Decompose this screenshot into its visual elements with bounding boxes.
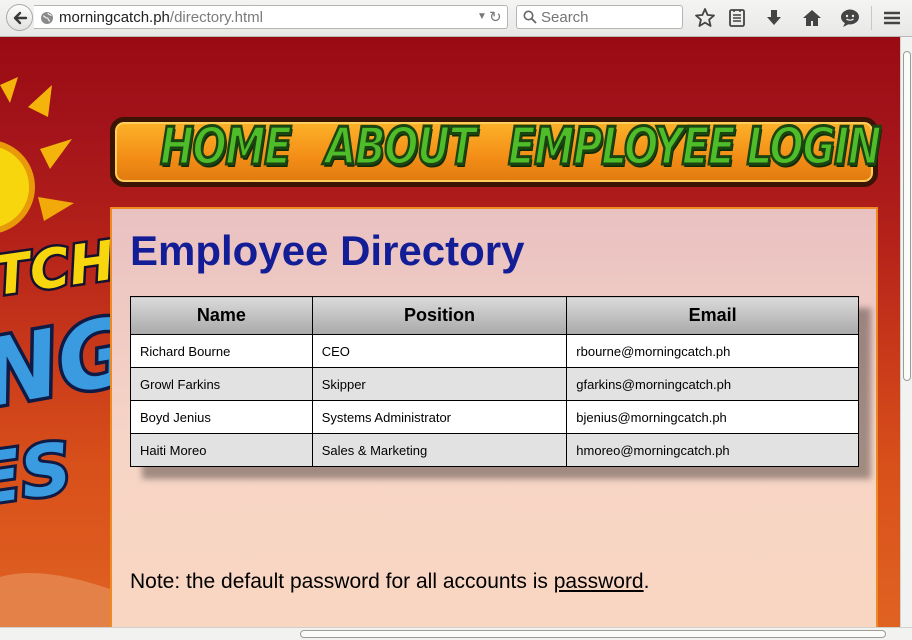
cell-email: rbourne@morningcatch.ph	[566, 334, 859, 368]
note-text: Note: the default password for all accou…	[130, 570, 554, 593]
chat-icon[interactable]	[839, 7, 861, 29]
table-row: Richard Bourne CEO rbourne@morningcatch.…	[130, 334, 859, 368]
cell-position: Skipper	[311, 367, 568, 401]
cell-email: hmoreo@morningcatch.ph	[566, 433, 859, 467]
hamburger-menu-icon[interactable]	[881, 7, 903, 29]
back-button[interactable]	[6, 4, 33, 31]
logo-text-line3: ES	[0, 427, 76, 522]
nav-home[interactable]: HOME	[159, 110, 293, 184]
toolbar-separator	[871, 6, 872, 30]
cell-email: gfarkins@morningcatch.ph	[566, 367, 859, 401]
cell-position: Systems Administrator	[311, 400, 568, 434]
nav-employee-login[interactable]: EMPLOYEE LOGIN	[507, 110, 883, 184]
logo-text-line2: NG	[0, 297, 110, 429]
column-header-name: Name	[130, 296, 313, 335]
search-bar[interactable]	[516, 5, 683, 29]
dropdown-arrow-icon[interactable]: ▼	[477, 11, 487, 22]
search-input[interactable]	[541, 8, 676, 26]
browser-toolbar: morningcatch.ph/directory.html ▼ ↻	[0, 0, 912, 37]
vertical-scrollbar[interactable]	[900, 37, 912, 627]
table-row: Growl Farkins Skipper gfarkins@morningca…	[130, 367, 859, 401]
cell-email: bjenius@morningcatch.ph	[566, 400, 859, 434]
password-link[interactable]: password	[554, 570, 644, 593]
note-period: .	[643, 570, 650, 593]
cell-position: CEO	[311, 334, 568, 368]
globe-icon	[41, 12, 53, 24]
vertical-scrollbar-thumb[interactable]	[903, 51, 911, 381]
url-bar[interactable]: morningcatch.ph/directory.html ▼ ↻	[34, 5, 508, 29]
column-header-email: Email	[566, 296, 859, 335]
table-row: Boyd Jenius Systems Administrator bjeniu…	[130, 400, 859, 434]
main-navigation: HOME ABOUT EMPLOYEE LOGIN	[110, 116, 883, 187]
table-row: Haiti Moreo Sales & Marketing hmoreo@mor…	[130, 433, 859, 467]
horizontal-scrollbar[interactable]	[0, 627, 912, 640]
home-icon[interactable]	[801, 7, 823, 29]
password-note: Note: the default password for all accou…	[130, 570, 649, 594]
bookmark-star-icon[interactable]	[694, 7, 716, 29]
reading-list-icon[interactable]	[726, 7, 748, 29]
table-header-row: Name Position Email	[130, 296, 859, 335]
reload-icon[interactable]: ↻	[489, 8, 502, 26]
nav-about[interactable]: ABOUT	[324, 110, 477, 184]
cell-name: Boyd Jenius	[130, 400, 313, 434]
url-path: /directory.html	[169, 9, 263, 26]
download-icon[interactable]	[763, 7, 785, 29]
url-text[interactable]: morningcatch.ph/directory.html	[59, 9, 263, 26]
url-host: morningcatch.ph	[59, 9, 170, 26]
content-panel: Employee Directory Name Position Email R…	[110, 207, 878, 627]
logo-text-line1: TCH	[0, 229, 110, 308]
cell-position: Sales & Marketing	[311, 433, 568, 467]
morningcatch-logo[interactable]: TCH NG ES	[0, 37, 110, 627]
back-arrow-icon	[13, 11, 28, 25]
web-page: TCH NG ES HOME ABOUT EMPLOYEE LOGIN Empl…	[0, 37, 900, 627]
cell-name: Richard Bourne	[130, 334, 313, 368]
horizontal-scrollbar-thumb[interactable]	[300, 630, 886, 638]
column-header-position: Position	[311, 296, 568, 335]
employee-directory-table: Name Position Email Richard Bourne CEO r…	[130, 296, 859, 467]
cell-name: Growl Farkins	[130, 367, 313, 401]
page-title: Employee Directory	[130, 227, 525, 274]
cell-name: Haiti Moreo	[130, 433, 313, 467]
search-icon	[523, 10, 537, 24]
